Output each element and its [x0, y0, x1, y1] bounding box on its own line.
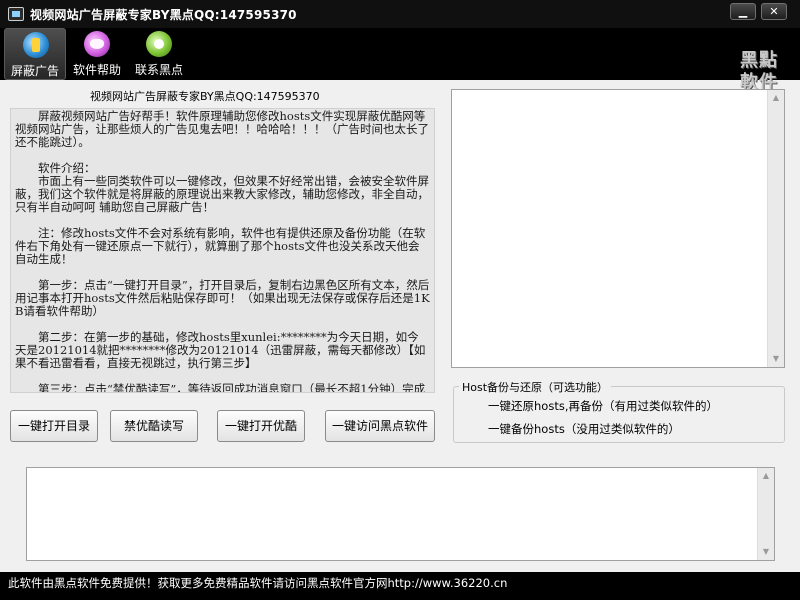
scroll-down-icon[interactable]: ▼ [758, 544, 774, 560]
host-backup-group: Host备份与还原（可选功能） 一键还原hosts,再备份（有用过类似软件的） … [453, 379, 785, 443]
brand-logo-line1: 黑點 [740, 50, 778, 71]
tool-block-ads-label: 屏蔽广告 [10, 64, 59, 78]
backup-hosts-link[interactable]: 一键备份hosts（没用过类似软件的） [488, 421, 680, 437]
shield-icon [23, 32, 49, 58]
tool-contact-label: 联系黑点 [134, 63, 183, 77]
close-button[interactable]: ✕ [761, 3, 787, 20]
log-scrollbar[interactable]: ▲ ▼ [757, 468, 774, 560]
intro-text-box: 屏蔽视频网站广告好帮手！软件原理辅助您修改hosts文件实现屏蔽优酷网等视频网站… [10, 108, 435, 393]
window-title: 视频网站广告屏蔽专家BY黑点QQ:147595370 [30, 8, 297, 22]
scroll-down-icon[interactable]: ▼ [768, 351, 784, 367]
host-backup-legend: Host备份与还原（可选功能） [459, 379, 612, 395]
scroll-up-icon[interactable]: ▲ [758, 468, 774, 484]
intro-paragraph: 第二步：在第一步的基础，修改hosts里xunlei:********为今天日期… [15, 330, 426, 370]
contact-icon [146, 31, 172, 57]
block-youku-readwrite-button[interactable]: 禁优酷读写 [110, 410, 198, 442]
hosts-text-area[interactable]: ▲ ▼ [451, 89, 785, 368]
form-title: 视频网站广告屏蔽专家BY黑点QQ:147595370 [90, 90, 320, 103]
open-directory-button[interactable]: 一键打开目录 [10, 410, 98, 442]
intro-paragraph: 屏蔽视频网站广告好帮手！软件原理辅助您修改hosts文件实现屏蔽优酷网等视频网站… [15, 109, 429, 149]
intro-paragraph: 第一步：点击“一键打开目录”，打开目录后，复制右边黑色区所有文本，然后用记事本打… [15, 278, 430, 318]
status-bar: 此软件由黑点软件免费提供！获取更多免费精品软件请访问黑点软件官方网http://… [0, 572, 800, 600]
hosts-scrollbar[interactable]: ▲ ▼ [767, 90, 784, 367]
visit-site-button[interactable]: 一键访问黑点软件 [325, 410, 435, 442]
toolbar: 屏蔽广告 软件帮助 联系黑点 黑點 軟件 [0, 28, 800, 93]
tool-contact[interactable]: 联系黑点 [128, 28, 190, 80]
minimize-button[interactable]: ▁ [730, 3, 756, 20]
tool-help[interactable]: 软件帮助 [66, 28, 128, 80]
intro-paragraph: 注：修改hosts文件不会对系统有影响，软件也有提供还原及备份功能（在软件右下角… [15, 226, 426, 266]
scroll-up-icon[interactable]: ▲ [768, 90, 784, 106]
app-window: 视频网站广告屏蔽专家BY黑点QQ:147595370 ▁ ✕ 屏蔽广告 软件帮助… [0, 0, 800, 600]
log-text-area[interactable]: ▲ ▼ [26, 467, 775, 561]
intro-paragraph: 第三步：点击“禁优酷读写”，等待返回成功消息窗口（最长不超1分钟）完成后点击一键… [38, 382, 426, 393]
open-youku-button[interactable]: 一键打开优酷 [217, 410, 305, 442]
title-bar[interactable]: 视频网站广告屏蔽专家BY黑点QQ:147595370 ▁ ✕ [0, 0, 800, 28]
intro-paragraph: 市面上有一些同类软件可以一键修改，但效果不好经常出错，会被安全软件屏蔽，我们这个… [15, 174, 429, 214]
butterfly-icon [84, 31, 110, 57]
app-icon [8, 7, 24, 21]
restore-hosts-link[interactable]: 一键还原hosts,再备份（有用过类似软件的） [488, 398, 718, 414]
tool-help-label: 软件帮助 [72, 63, 121, 77]
tool-block-ads[interactable]: 屏蔽广告 [4, 28, 66, 80]
